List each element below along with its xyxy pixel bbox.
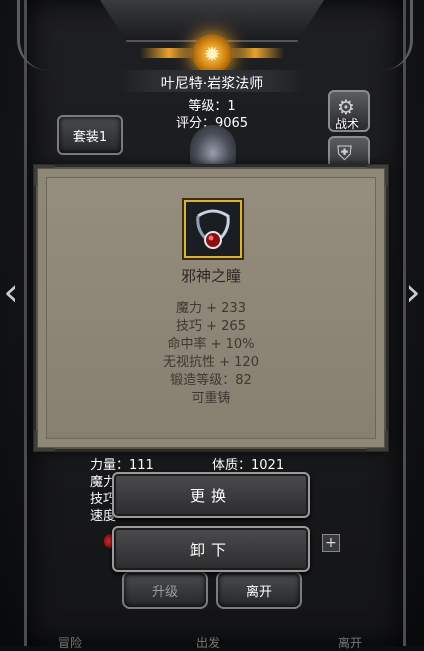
sun-emblem-icon: ✹	[192, 34, 232, 74]
item-detail-popup: 邪神之瞳 魔力 + 233 技巧 + 265 命中率 + 10% 无视抗性 + …	[34, 165, 388, 451]
emblem-wing-right	[226, 48, 284, 58]
tactics-label: 战术	[335, 117, 360, 131]
popup-corner	[367, 430, 388, 451]
frame-corner-left	[17, 0, 90, 70]
leave-button[interactable]: 离开	[216, 571, 302, 609]
popup-corner	[34, 430, 55, 451]
item-attr: 可重铸	[191, 391, 231, 406]
popup-corner	[34, 165, 55, 186]
frame-corner-right	[340, 0, 413, 70]
plus-icon[interactable]: +	[322, 534, 340, 552]
tab-depart[interactable]: 出发	[196, 634, 220, 651]
item-attr: 命中率 + 10%	[167, 337, 255, 352]
tactics-button[interactable]: ⚙ 战术	[328, 90, 370, 132]
suit-button[interactable]: 套装1	[57, 115, 123, 155]
replace-button[interactable]: 更换	[112, 472, 310, 518]
item-name: 邪神之瞳	[180, 267, 241, 285]
tab-adventure[interactable]: 冒险	[58, 634, 82, 651]
popup-corner	[367, 165, 388, 186]
game-screen: ✹ 叶尼特·岩浆法师 等级：1 评分：9065 套装1 ⚙ 战术 ⛨ 史诗 ‹ …	[0, 0, 424, 650]
item-slot	[184, 200, 242, 258]
next-arrow-icon[interactable]: ›	[402, 270, 424, 314]
emblem-wing-left	[140, 48, 198, 58]
item-attr: 无视抗性 + 120	[163, 355, 259, 370]
prev-arrow-icon[interactable]: ‹	[0, 270, 22, 314]
item-attr: 技巧 + 265	[176, 319, 246, 334]
tab-leave[interactable]: 离开	[338, 634, 362, 651]
item-attr: 锻造等级：82	[170, 373, 252, 388]
bottom-tabs: 冒险 出发 离开	[0, 632, 424, 650]
stat-constitution: 体质：1021	[212, 458, 285, 473]
hero-portrait	[190, 125, 236, 173]
item-attr: 魔力 + 233	[176, 301, 246, 316]
unequip-button[interactable]: 卸下	[112, 526, 310, 572]
amulet-icon	[196, 209, 230, 249]
upgrade-button[interactable]: 升级	[122, 571, 208, 609]
